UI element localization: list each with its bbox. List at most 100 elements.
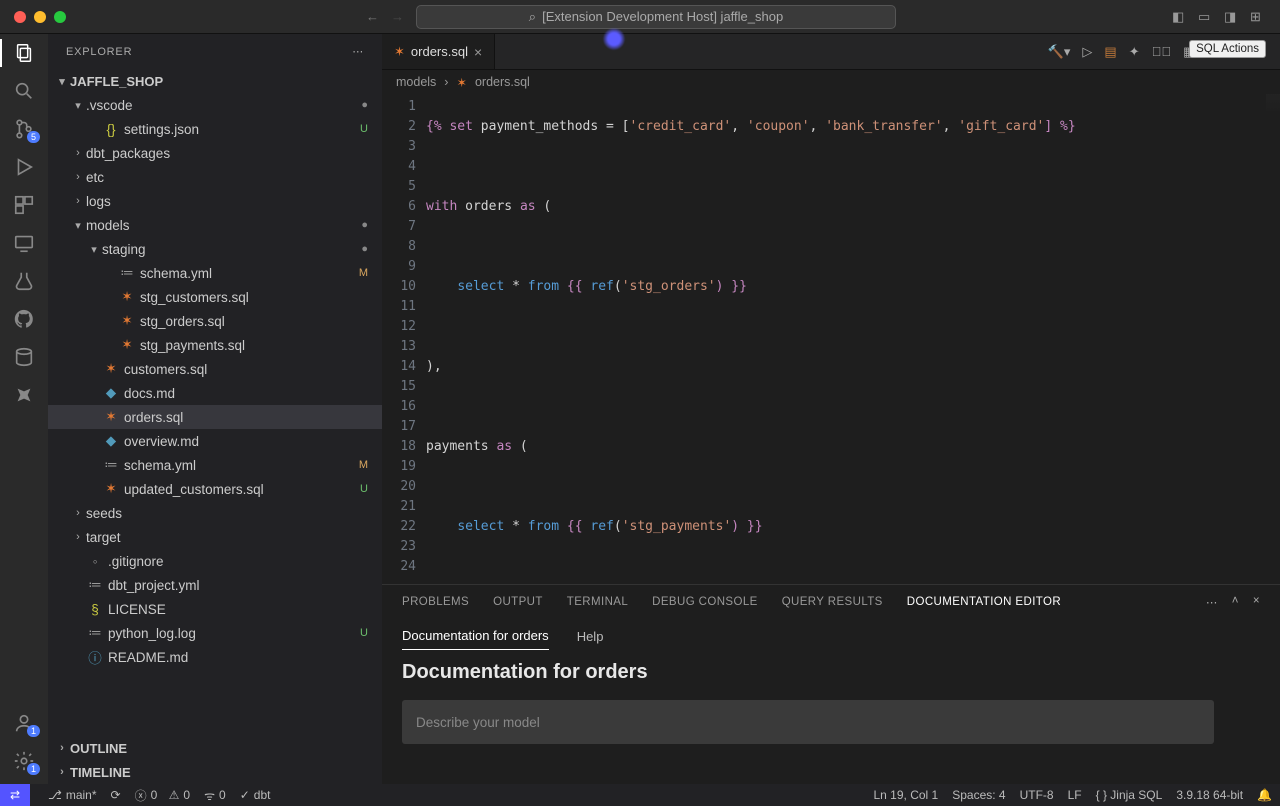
status-eol[interactable]: LF xyxy=(1068,788,1082,802)
breadcrumb[interactable]: models › ✶ orders.sql SQL Actions xyxy=(382,70,1280,94)
doc-subtab-main[interactable]: Documentation for orders xyxy=(402,622,549,650)
tree-item[interactable]: ⓘREADME.md xyxy=(48,645,382,669)
activity-run-icon[interactable] xyxy=(13,156,35,178)
tree-item[interactable]: ✶stg_customers.sql xyxy=(48,285,382,309)
panel-tab[interactable]: DEBUG CONSOLE xyxy=(652,596,758,608)
sql-file-icon: ✶ xyxy=(394,44,405,60)
breadcrumb-folder[interactable]: models xyxy=(396,75,436,89)
scm-decoration: U xyxy=(360,483,374,495)
doc-heading: Documentation for orders xyxy=(402,661,1260,684)
panel-tab[interactable]: OUTPUT xyxy=(493,596,543,608)
activity-extensions-icon[interactable] xyxy=(13,194,35,216)
run-action-icon[interactable]: ▷ xyxy=(1082,44,1092,60)
tree-item[interactable]: ▾staging● xyxy=(48,237,382,261)
tree-item[interactable]: ◆docs.md xyxy=(48,381,382,405)
activity-search-icon[interactable] xyxy=(13,80,35,102)
tree-item[interactable]: {}settings.jsonU xyxy=(48,117,382,141)
tree-item[interactable]: ◆overview.md xyxy=(48,429,382,453)
explorer-title: EXPLORER xyxy=(66,46,132,58)
layout-secondary-side-icon[interactable]: ◨ xyxy=(1224,9,1240,25)
file-tree[interactable]: ▾.vscode●{}settings.jsonU›dbt_packages›e… xyxy=(48,93,382,736)
layout-primary-side-icon[interactable]: ◧ xyxy=(1172,9,1188,25)
panel-tab[interactable]: TERMINAL xyxy=(567,596,628,608)
sql-action-icon[interactable]: ▤ xyxy=(1104,44,1116,60)
build-action-icon[interactable]: 🔨▾ xyxy=(1048,44,1071,60)
tree-item[interactable]: ✶stg_payments.sql xyxy=(48,333,382,357)
editor-area[interactable]: 123456789101112131415161718192021222324 … xyxy=(382,94,1280,584)
tree-item[interactable]: §LICENSE xyxy=(48,597,382,621)
tree-label: dbt_project.yml xyxy=(108,578,374,593)
close-window-icon[interactable] xyxy=(14,11,26,23)
scm-decoration: ● xyxy=(361,243,374,255)
remote-indicator[interactable]: ⇄ xyxy=(0,784,30,806)
panel-tab[interactable]: PROBLEMS xyxy=(402,596,469,608)
explorer-more-icon[interactable]: ⋯ xyxy=(352,45,364,58)
tree-item[interactable]: ◦.gitignore xyxy=(48,549,382,573)
warning-icon: ⚠ xyxy=(169,788,180,802)
tree-item[interactable]: ›etc xyxy=(48,165,382,189)
tree-item[interactable]: ▾.vscode● xyxy=(48,93,382,117)
tree-item[interactable]: ✶updated_customers.sqlU xyxy=(48,477,382,501)
activity-github-icon[interactable] xyxy=(13,308,35,330)
status-dbt[interactable]: ✓dbt xyxy=(240,788,271,802)
tree-item[interactable]: ≔schema.ymlM xyxy=(48,453,382,477)
activity-testing-icon[interactable] xyxy=(13,270,35,292)
scm-decoration: ● xyxy=(361,99,374,111)
tree-item[interactable]: ≔schema.ymlM xyxy=(48,261,382,285)
tab-close-icon[interactable]: × xyxy=(474,44,482,60)
status-sync[interactable]: ⟳ xyxy=(111,788,121,802)
tree-item[interactable]: ›target xyxy=(48,525,382,549)
minimap[interactable] xyxy=(1266,94,1280,114)
panel-close-icon[interactable]: × xyxy=(1253,595,1260,609)
activity-scm-icon[interactable]: 5 xyxy=(13,118,35,140)
layout-customize-icon[interactable]: ⊞ xyxy=(1250,9,1266,25)
outline-section[interactable]: ›OUTLINE xyxy=(48,736,382,760)
panel-tab[interactable]: QUERY RESULTS xyxy=(782,596,883,608)
activity-remote-icon[interactable] xyxy=(13,232,35,254)
tree-item[interactable]: ›dbt_packages xyxy=(48,141,382,165)
status-ports[interactable]: ᯤ0 xyxy=(204,787,226,804)
panel-maximize-icon[interactable]: ˄ xyxy=(1232,595,1239,609)
tree-item[interactable]: ›logs xyxy=(48,189,382,213)
status-encoding[interactable]: UTF-8 xyxy=(1020,788,1054,802)
activity-account-icon[interactable]: 1 xyxy=(13,712,35,734)
status-notifications-icon[interactable]: 🔔 xyxy=(1257,788,1272,802)
activity-database-icon[interactable] xyxy=(13,346,35,368)
timeline-section[interactable]: ›TIMELINE xyxy=(48,760,382,784)
activity-explorer-icon[interactable] xyxy=(13,42,35,64)
tree-item[interactable]: ≔python_log.logU xyxy=(48,621,382,645)
status-spaces[interactable]: Spaces: 4 xyxy=(952,788,1005,802)
pass-action-icon[interactable]: ✓⃝ xyxy=(1152,44,1172,59)
status-cursor[interactable]: Ln 19, Col 1 xyxy=(874,788,939,802)
activity-gear-icon[interactable]: 1 xyxy=(13,750,35,772)
tree-item[interactable]: ›seeds xyxy=(48,501,382,525)
panel-more-icon[interactable]: ⋯ xyxy=(1206,595,1218,609)
command-center[interactable]: ⌕ [Extension Development Host] jaffle_sh… xyxy=(416,5,896,29)
tree-item[interactable]: ✶stg_orders.sql xyxy=(48,309,382,333)
tree-item[interactable]: ▾models● xyxy=(48,213,382,237)
tab-orders[interactable]: ✶ orders.sql × xyxy=(382,34,495,69)
editor-group: ✶ orders.sql × 🔨▾ ▷ ▤ ✦ ✓⃝ ▦ ⧉ ◫ ⋯ model… xyxy=(382,34,1280,784)
nav-back-icon[interactable]: ← xyxy=(366,9,379,24)
activity-dbt-icon[interactable] xyxy=(13,384,35,406)
code-content[interactable]: {% set payment_methods = ['credit_card',… xyxy=(426,94,1280,584)
nav-forward-icon[interactable]: → xyxy=(391,9,404,24)
status-language[interactable]: { } Jinja SQL xyxy=(1096,788,1163,802)
status-problems[interactable]: ⓧ0 ⚠0 xyxy=(135,787,191,804)
tree-label: overview.md xyxy=(124,434,374,449)
status-branch[interactable]: ⎇main* xyxy=(48,788,97,802)
breadcrumb-file[interactable]: orders.sql xyxy=(475,75,530,89)
status-python[interactable]: 3.9.18 64-bit xyxy=(1176,788,1243,802)
tree-label: schema.yml xyxy=(140,266,359,281)
tree-item[interactable]: ≔dbt_project.yml xyxy=(48,573,382,597)
layout-panel-icon[interactable]: ▭ xyxy=(1198,9,1214,25)
tree-item[interactable]: ✶customers.sql xyxy=(48,357,382,381)
doc-description-input[interactable] xyxy=(402,700,1214,744)
minimize-window-icon[interactable] xyxy=(34,11,46,23)
panel-tab[interactable]: DOCUMENTATION EDITOR xyxy=(907,596,1061,608)
doc-subtab-help[interactable]: Help xyxy=(577,623,604,650)
sparkle-action-icon[interactable]: ✦ xyxy=(1129,44,1140,60)
folder-root[interactable]: ▾ JAFFLE_SHOP xyxy=(48,69,382,93)
maximize-window-icon[interactable] xyxy=(54,11,66,23)
tree-item[interactable]: ✶orders.sql xyxy=(48,405,382,429)
